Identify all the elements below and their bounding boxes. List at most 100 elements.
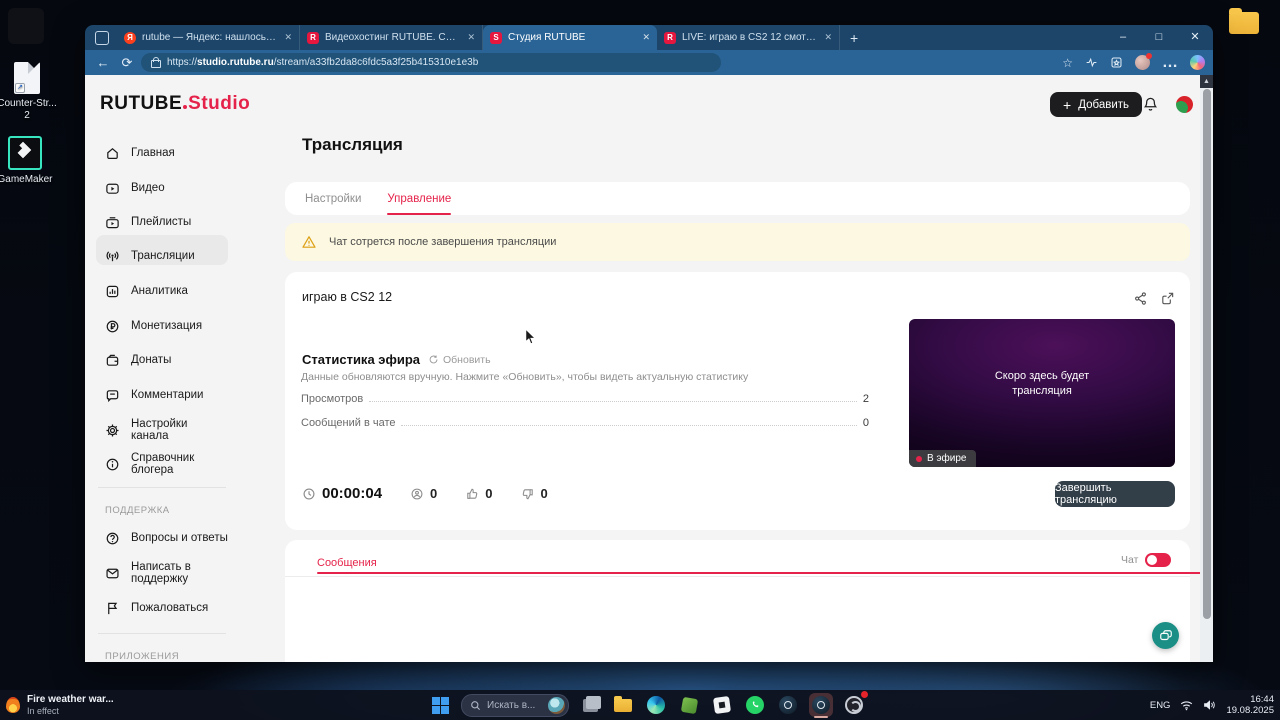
scrollbar-thumb[interactable]	[1202, 89, 1211, 619]
tab-close-icon[interactable]: ✕	[284, 32, 292, 43]
favorites-star-icon[interactable]: ☆	[1062, 56, 1073, 70]
taskbar-task-view[interactable]	[578, 693, 602, 717]
stats-heading: Статистика эфира	[302, 352, 420, 367]
taskbar-search[interactable]: Искать в...	[461, 693, 569, 717]
live-favicon: R	[664, 31, 676, 44]
card-divider	[285, 576, 1190, 577]
desktop-folder-icon[interactable]	[1229, 8, 1259, 34]
close-button[interactable]: ✕	[1177, 25, 1213, 50]
tab-settings[interactable]: Настройки	[305, 182, 361, 215]
tray-clock[interactable]: 16:44 19.08.2025	[1226, 694, 1274, 716]
obs-icon	[845, 696, 863, 714]
sidebar-item-faq[interactable]: Вопросы и ответы	[96, 523, 228, 553]
sidebar-item-comments[interactable]: Комментарии	[96, 380, 228, 410]
collections-icon[interactable]	[1110, 56, 1123, 69]
sidebar-item-playlists[interactable]: Плейлисты	[96, 207, 228, 237]
weather-subtitle: In effect	[27, 705, 59, 716]
weather-title: Fire weather war...	[27, 693, 114, 705]
home-icon	[107, 147, 118, 159]
profile-avatar-icon[interactable]	[1135, 53, 1152, 70]
tab-close-icon[interactable]: ✕	[467, 32, 475, 43]
browser-menu-icon[interactable]: …	[1162, 54, 1178, 72]
back-icon[interactable]: ←	[93, 55, 113, 70]
desktop-shortcut-gamemaker[interactable]: GameMaker	[0, 136, 60, 186]
stream-duration: 00:00:04	[302, 485, 382, 502]
lock-icon	[151, 57, 161, 68]
sidebar-item-report[interactable]: Пожаловаться	[96, 593, 228, 623]
sidebar-item-analytics[interactable]: Аналитика	[96, 276, 228, 306]
sidebar-item-video[interactable]: Видео	[96, 173, 228, 203]
browser-tab-rutube[interactable]: R Видеохостинг RUTUBE. Смотрит ✕	[300, 25, 483, 50]
sidebar-item-blogger-guide[interactable]: Справочник блогера	[96, 449, 228, 479]
tab-search-icon[interactable]	[95, 30, 109, 45]
start-button[interactable]	[428, 693, 452, 717]
sidebar-item-donations[interactable]: Донаты	[96, 345, 228, 375]
sidebar-item-monetization[interactable]: Монетизация	[96, 311, 228, 341]
sidebar-item-label: Пожаловаться	[131, 602, 209, 614]
page-scrollbar[interactable]: ▲	[1200, 75, 1213, 662]
taskbar-edge[interactable]	[644, 693, 668, 717]
minimize-button[interactable]: –	[1105, 25, 1141, 50]
sidebar-item-home[interactable]: Главная	[96, 138, 228, 168]
sidebar-item-label: Главная	[131, 147, 175, 159]
browser-tab-live[interactable]: R LIVE: играю в CS2 12 смотреть о ✕	[657, 25, 840, 50]
sidebar-item-channel-settings[interactable]: Настройки канала	[96, 415, 228, 445]
refresh-stats-button[interactable]: Обновить	[428, 354, 491, 366]
sidebar-item-contact-support[interactable]: Написать в поддержку	[96, 558, 228, 588]
rutube-favicon: R	[307, 31, 319, 44]
new-tab-button[interactable]: +	[850, 30, 858, 46]
sidebar-support-header: ПОДДЕРЖКА	[105, 505, 170, 516]
chat-warning-banner: Чат сотрется после завершения трансляции	[285, 223, 1190, 261]
browser-essentials-icon[interactable]	[1085, 56, 1098, 69]
share-button[interactable]	[1133, 291, 1148, 306]
taskbar-weather-widget[interactable]: Fire weather war... In effect	[6, 690, 114, 720]
url-field[interactable]: https://studio.rutube.ru/stream/a33fb2da…	[141, 53, 721, 72]
browser-tab-bar: Я rutube — Яндекс: нашлось 564 ✕ R Видео…	[85, 25, 1213, 50]
channel-avatar[interactable]	[1176, 96, 1193, 113]
edge-icon	[647, 696, 665, 714]
external-link-icon	[1162, 292, 1174, 305]
tab-close-icon[interactable]: ✕	[824, 32, 832, 43]
scroll-up-icon[interactable]: ▲	[1200, 75, 1213, 88]
taskbar-roblox[interactable]	[710, 693, 734, 717]
refresh-icon[interactable]: ⟳	[117, 55, 137, 71]
taskbar-file-explorer[interactable]	[611, 693, 635, 717]
browser-tab-studio-active[interactable]: S Студия RUTUBE ✕	[483, 25, 657, 50]
taskbar-whatsapp[interactable]	[743, 693, 767, 717]
desktop-shortcut-counter-strike-2[interactable]: ↗ Counter-Str... 2	[0, 62, 62, 122]
tab-close-icon[interactable]: ✕	[642, 32, 650, 43]
copilot-icon[interactable]	[1190, 55, 1205, 70]
taskbar-gamemaker[interactable]	[677, 693, 701, 717]
taskbar-obs[interactable]	[842, 691, 868, 717]
floating-chat-button[interactable]	[1152, 622, 1179, 649]
sidebar-item-broadcasts-active[interactable]: Трансляции	[96, 241, 228, 271]
sidebar-divider	[98, 487, 226, 488]
taskbar-steam-active[interactable]	[809, 693, 833, 718]
taskbar-steam[interactable]	[776, 693, 800, 717]
speaker-icon[interactable]	[1203, 699, 1216, 711]
thumbs-down-icon	[522, 488, 533, 499]
desktop-shortcut-unknown[interactable]	[8, 8, 44, 44]
sidebar-apps-header: ПРИЛОЖЕНИЯ	[105, 651, 180, 662]
browser-tab-yandex[interactable]: Я rutube — Яндекс: нашлось 564 ✕	[117, 25, 300, 50]
add-button[interactable]: + Добавить	[1050, 92, 1143, 117]
dislikes-counter: 0	[521, 486, 548, 501]
tab-messages-active[interactable]: Сообщения	[317, 552, 1213, 574]
maximize-button[interactable]: □	[1141, 25, 1177, 50]
end-stream-button[interactable]: Завершить трансляцию	[1055, 481, 1175, 507]
viewer-icon	[411, 488, 423, 499]
desktop-icon-label2: 2	[24, 110, 30, 121]
warning-text: Чат сотрется после завершения трансляции	[329, 236, 557, 248]
gear-icon	[106, 424, 119, 436]
gamemaker-icon	[8, 136, 42, 170]
logo-dot	[183, 105, 188, 109]
browser-window: Я rutube — Яндекс: нашлось 564 ✕ R Видео…	[85, 25, 1213, 662]
tab-control-active[interactable]: Управление	[387, 182, 451, 215]
roblox-icon	[712, 695, 732, 715]
chat-toggle[interactable]	[1145, 553, 1172, 567]
wifi-icon[interactable]	[1180, 700, 1193, 711]
open-external-button[interactable]	[1160, 291, 1175, 306]
rutube-studio-logo[interactable]: RUTUBE Studio	[100, 93, 250, 119]
preview-placeholder-text: Скоро здесь будет трансляция	[994, 370, 1090, 398]
language-indicator[interactable]: ENG	[1150, 700, 1171, 711]
